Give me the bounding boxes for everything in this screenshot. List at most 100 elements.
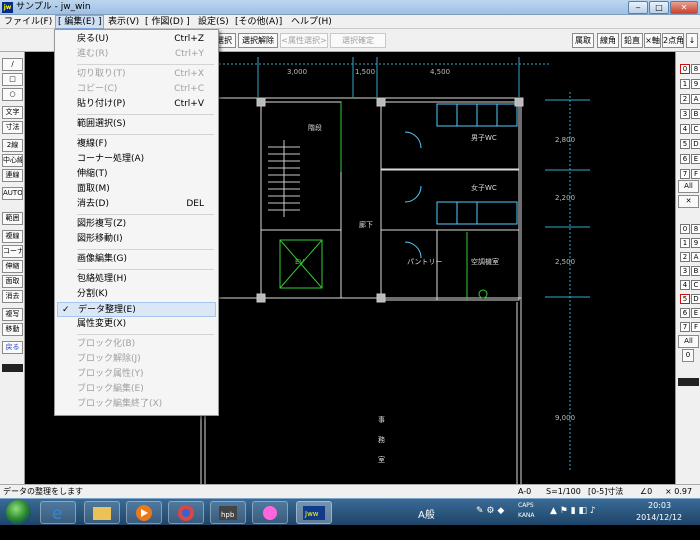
group-8-button[interactable]: 8 xyxy=(691,224,700,234)
menu-file[interactable]: ファイル(F) xyxy=(2,15,54,29)
layer-0-button[interactable]: 0 xyxy=(680,64,690,74)
corner-tool[interactable]: コーナー xyxy=(2,245,23,258)
layer-2-button[interactable]: 2 xyxy=(680,94,690,104)
menu-other[interactable]: [その他(A)] xyxy=(233,15,284,29)
attr-get-button[interactable]: 属取 xyxy=(572,33,594,48)
layer-4-button[interactable]: 4 xyxy=(680,124,690,134)
undo-tool[interactable]: 戻る xyxy=(2,341,23,354)
menu-item-stretch[interactable]: 伸縮(T) xyxy=(57,167,216,182)
status-zoom[interactable]: × 0.97 xyxy=(665,485,692,498)
x-axis-button[interactable]: ×軸 xyxy=(644,33,661,48)
circle-tool[interactable]: ○ xyxy=(2,88,23,101)
menu-item-attr-change[interactable]: 属性変更(X) xyxy=(57,317,216,332)
group-0-button[interactable]: 0 xyxy=(680,224,690,234)
group-1-button[interactable]: 1 xyxy=(680,238,690,248)
menu-item-undo[interactable]: 戻る(U) Ctrl+Z xyxy=(57,32,216,47)
status-angle[interactable]: ∠0 xyxy=(640,485,652,498)
menu-item-block-create[interactable]: ブロック化(B) xyxy=(57,337,216,352)
text-tool[interactable]: 文字 xyxy=(2,106,23,119)
menu-item-corner[interactable]: コーナー処理(A) xyxy=(57,152,216,167)
group-c-button[interactable]: C xyxy=(691,280,700,290)
vertical-button[interactable]: 鉛直 xyxy=(621,33,643,48)
toolbar-more-icon[interactable]: ↓ xyxy=(686,33,698,48)
group-7-button[interactable]: 7 xyxy=(680,322,690,332)
start-button[interactable] xyxy=(6,500,31,525)
layer-e-button[interactable]: E xyxy=(691,154,700,164)
layer-f-button[interactable]: F xyxy=(691,169,700,179)
layer-c-button[interactable]: C xyxy=(691,124,700,134)
two-point-angle-button[interactable]: 2点角 xyxy=(662,33,684,48)
line-style-indicator[interactable] xyxy=(2,364,23,372)
group-f-button[interactable]: F xyxy=(691,322,700,332)
status-layer[interactable]: A-0 xyxy=(518,485,531,498)
layer-1-button[interactable]: 1 xyxy=(680,79,690,89)
group-a-button[interactable]: A xyxy=(691,252,700,262)
layer-3-button[interactable]: 3 xyxy=(680,109,690,119)
right-line-indicator[interactable] xyxy=(678,378,699,386)
layer-all-button[interactable]: All xyxy=(678,180,699,193)
group-6-button[interactable]: 6 xyxy=(680,308,690,318)
media-player-icon[interactable] xyxy=(126,501,162,524)
rectangle-tool[interactable]: □ xyxy=(2,73,23,86)
ime-indicator[interactable]: A般 xyxy=(418,506,435,533)
range-select-tool[interactable]: 範囲 xyxy=(2,212,23,225)
layer-6-button[interactable]: 6 xyxy=(680,154,690,164)
menu-item-image-edit[interactable]: 画像編集(G) xyxy=(57,252,216,267)
menu-item-data-cleanup[interactable]: ✓ データ整理(E) xyxy=(57,302,216,317)
group-2-button[interactable]: 2 xyxy=(680,252,690,262)
menu-item-paste[interactable]: 貼り付け(P) Ctrl+V xyxy=(57,97,216,112)
status-layer-state[interactable]: [0-5]寸法 xyxy=(588,485,623,498)
layer-5-button[interactable]: 5 xyxy=(680,139,690,149)
menu-item-split[interactable]: 分割(K) xyxy=(57,287,216,302)
erase-tool[interactable]: 消去 xyxy=(2,290,23,303)
deselect-button[interactable]: 選択解除 xyxy=(238,33,278,48)
group-9-button[interactable]: 9 xyxy=(691,238,700,248)
close-button[interactable]: ✕ xyxy=(670,1,698,14)
stretch-tool[interactable]: 伸縮 xyxy=(2,260,23,273)
clock-date[interactable]: 2014/12/12 xyxy=(636,513,682,540)
menu-item-block-edit-end[interactable]: ブロック編集終了(X) xyxy=(57,397,216,412)
menu-help[interactable]: ヘルプ(H) xyxy=(289,15,334,29)
line-tool[interactable]: / xyxy=(2,58,23,71)
menu-item-chamfer[interactable]: 面取(M) xyxy=(57,182,216,197)
status-scale[interactable]: S=1/100 xyxy=(546,485,581,498)
layer-d-button[interactable]: D xyxy=(691,139,700,149)
parallel-line-tool[interactable]: 複線 xyxy=(2,230,23,243)
layer-8-button[interactable]: 8 xyxy=(691,64,700,74)
move-tool[interactable]: 移動 xyxy=(2,323,23,336)
attr-select-button[interactable]: <属性選択> xyxy=(280,33,328,48)
select-confirm-button[interactable]: 選択確定 xyxy=(330,33,386,48)
group-all-button[interactable]: All xyxy=(678,335,699,348)
menu-edit[interactable]: [ 編集(E) ] xyxy=(55,15,105,29)
group-5-button[interactable]: 5 xyxy=(680,294,690,304)
layer-7-button[interactable]: 7 xyxy=(680,169,690,179)
group-d-button[interactable]: D xyxy=(691,294,700,304)
system-tray-icons[interactable]: ▲ ⚑ ▮ ◧ ♪ xyxy=(550,506,596,533)
layer-9-button[interactable]: 9 xyxy=(691,79,700,89)
jw-win-taskbar-icon[interactable]: Jww xyxy=(296,501,332,524)
menu-draw[interactable]: [ 作図(D) ] xyxy=(143,15,192,29)
menu-item-redo[interactable]: 進む(R) Ctrl+Y xyxy=(57,47,216,62)
double-line-tool[interactable]: 2線 xyxy=(2,139,23,152)
folder-icon[interactable] xyxy=(84,501,120,524)
group-b-button[interactable]: B xyxy=(691,266,700,276)
layer-close-icon[interactable]: ✕ xyxy=(678,195,699,208)
menu-item-parallel[interactable]: 複線(F) xyxy=(57,137,216,152)
menu-item-copy[interactable]: コピー(C) Ctrl+C xyxy=(57,82,216,97)
center-line-tool[interactable]: 中心線 xyxy=(2,154,23,167)
menu-item-block-attr[interactable]: ブロック属性(Y) xyxy=(57,367,216,382)
group-4-button[interactable]: 4 xyxy=(680,280,690,290)
hpb-icon[interactable]: hpb xyxy=(210,501,246,524)
layer-b-button[interactable]: B xyxy=(691,109,700,119)
line-angle-button[interactable]: 線角 xyxy=(597,33,619,48)
dimension-tool[interactable]: 寸法 xyxy=(2,121,23,134)
group-e-button[interactable]: E xyxy=(691,308,700,318)
menu-item-shape-move[interactable]: 図形移動(I) xyxy=(57,232,216,247)
menu-view[interactable]: 表示(V) xyxy=(106,15,141,29)
menu-item-block-edit[interactable]: ブロック編集(E) xyxy=(57,382,216,397)
menu-settings[interactable]: 設定(S) xyxy=(196,15,231,29)
ime-tools-icon[interactable]: ✎ ⚙ ◆ xyxy=(476,506,504,533)
menu-item-erase[interactable]: 消去(D) DEL xyxy=(57,197,216,212)
menu-item-range-select[interactable]: 範囲選択(S) xyxy=(57,117,216,132)
maximize-button[interactable]: □ xyxy=(649,1,669,14)
